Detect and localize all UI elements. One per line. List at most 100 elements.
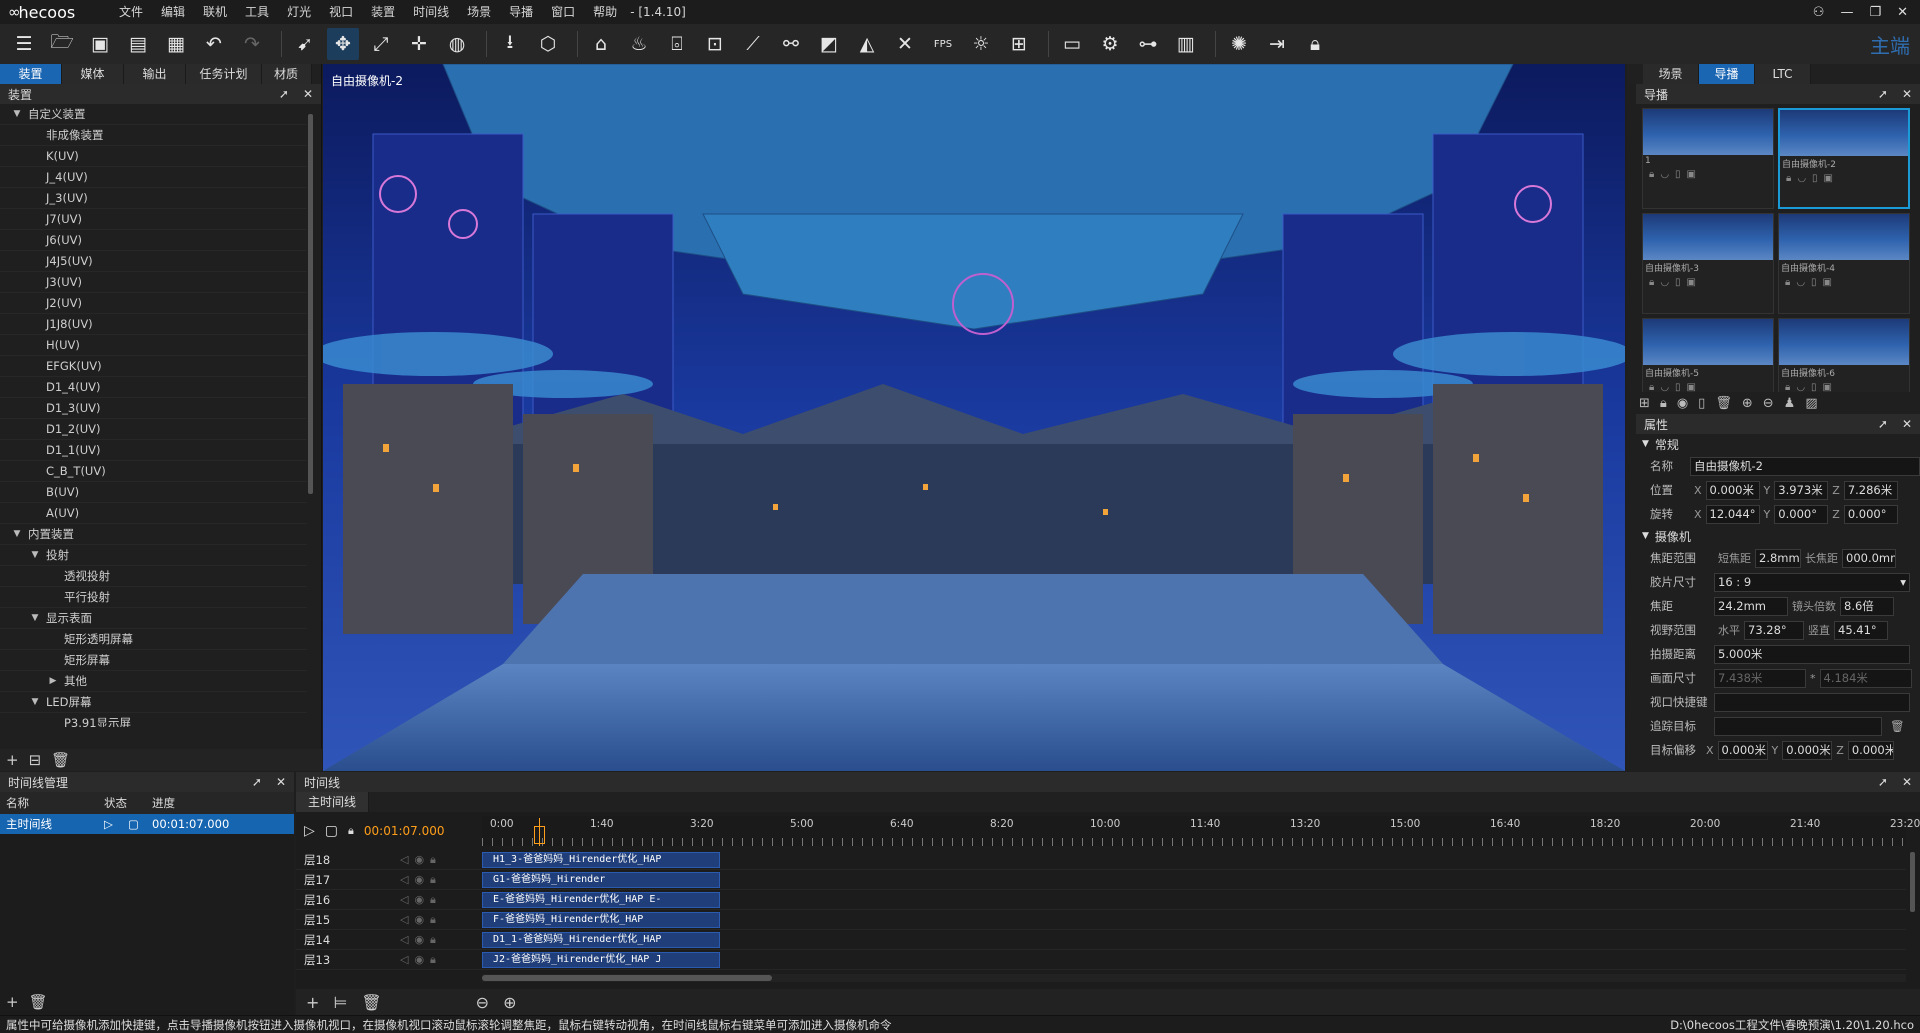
tree-item[interactable]: J3(UV) (0, 272, 307, 293)
tab-main-timeline[interactable]: 主时间线 (296, 792, 370, 812)
tree-item[interactable]: P3.91显示屏 (0, 713, 307, 727)
tree-item[interactable]: J6(UV) (0, 230, 307, 251)
close-icon[interactable]: ✕ (303, 87, 313, 101)
user-icon[interactable]: ⚇ (1813, 5, 1825, 20)
tab-task-plan[interactable]: 任务计划 (186, 64, 262, 84)
menu-scene[interactable]: 场景 (458, 0, 500, 24)
layer-icon[interactable]: ◩ (813, 28, 845, 60)
zoom-in-icon[interactable]: ⊕ (503, 993, 516, 1012)
name-field[interactable]: 自由摄像机-2 (1690, 456, 1920, 476)
shortcut-field[interactable] (1714, 692, 1910, 712)
daylight-icon[interactable]: ☼ (965, 28, 997, 60)
expand-arrow-icon[interactable]: ▼ (10, 529, 24, 539)
close-icon[interactable]: ✕ (1902, 87, 1912, 101)
tree-item[interactable]: ▼ 自定义装置 (0, 104, 307, 125)
camera-thumb-2[interactable]: 自由摄像机-2 🔒︎◡▯▣ (1778, 108, 1910, 209)
tree-item[interactable]: D1_1(UV) (0, 440, 307, 461)
timeline-row[interactable]: 主时间线 ▷ ▢ 00:01:07.000 (0, 814, 294, 834)
open-folder-icon[interactable]: 🗁 (46, 28, 78, 60)
timeline-layer[interactable]: 层13 ◁◉🔒︎ J2-爸爸妈妈_Hirender优化_HAP J (296, 950, 1906, 970)
lock-icon[interactable]: 🔒︎ (1660, 396, 1667, 411)
stop-icon[interactable]: ▢ (325, 823, 338, 839)
group-camera[interactable]: ▼ 摄像机 (1636, 526, 1920, 546)
tree-item[interactable]: 矩形屏幕 (0, 650, 307, 671)
new-icon[interactable]: ☰ (8, 28, 40, 60)
eye-icon[interactable]: ◉ (1677, 396, 1688, 411)
menu-file[interactable]: 文件 (110, 0, 152, 24)
delete-layer-icon[interactable]: 🗑︎ (361, 993, 381, 1012)
scale-tool-icon[interactable]: ⤢ (365, 28, 397, 60)
add-icon[interactable]: + (6, 751, 19, 769)
minimize-button[interactable]: — (1840, 5, 1853, 20)
layer-controls-icon[interactable]: ◁◉🔒︎ (400, 953, 482, 967)
expand-arrow-icon[interactable]: ▼ (10, 109, 24, 119)
tab-scene[interactable]: 场景 (1643, 64, 1699, 84)
zoom-out-icon[interactable]: ⊖ (1763, 396, 1774, 411)
pos-x-field[interactable]: 0.000米 (1705, 480, 1760, 500)
ruler-icon[interactable]: ⟋ (737, 28, 769, 60)
layer-scrollbar[interactable] (1910, 852, 1915, 912)
offset-z-field[interactable]: 0.000米 (1847, 740, 1894, 760)
trash-icon[interactable]: 🗑︎ (1715, 396, 1732, 411)
layer-controls-icon[interactable]: ◁◉🔒︎ (400, 853, 482, 867)
tree-item[interactable]: D1_4(UV) (0, 377, 307, 398)
redo-icon[interactable]: ↷ (236, 28, 268, 60)
image-icon[interactable]: ▨ (1805, 396, 1817, 411)
tree-item[interactable]: 非成像装置 (0, 125, 307, 146)
close-window-button[interactable]: ✕ (1897, 5, 1908, 20)
tree-item[interactable]: C_B_T(UV) (0, 461, 307, 482)
menu-devices[interactable]: 装置 (362, 0, 404, 24)
timeline-layer[interactable]: 层18 ◁◉🔒︎ H1_3-爸爸妈妈_Hirender优化_HAP (296, 850, 1906, 870)
timeline-layer[interactable]: 层17 ◁◉🔒︎ G1-爸爸妈妈_Hirender (296, 870, 1906, 890)
tab-ltc[interactable]: LTC (1755, 64, 1811, 84)
tab-output[interactable]: 输出 (124, 64, 186, 84)
offset-x-field[interactable]: 0.000米 (1717, 740, 1768, 760)
layer-controls-icon[interactable]: ◁◉🔒︎ (400, 873, 482, 887)
timeline-layer[interactable]: 层16 ◁◉🔒︎ E-爸爸妈妈_Hirender优化_HAP E- (296, 890, 1906, 910)
tree-item[interactable]: 平行投射 (0, 587, 307, 608)
menu-online[interactable]: 联机 (194, 0, 236, 24)
fov-v-field[interactable]: 45.41° (1834, 620, 1888, 640)
camera-thumb-6[interactable]: 自由摄像机-6 🔒︎◡▯▣ (1778, 318, 1910, 392)
camera-icon[interactable]: ⌻ (661, 28, 693, 60)
align-icon[interactable]: ⊨ (333, 993, 347, 1012)
timeline-hscrollbar[interactable] (482, 975, 772, 981)
expand-arrow-icon[interactable]: ▼ (28, 697, 42, 707)
layer-controls-icon[interactable]: ◁◉🔒︎ (400, 893, 482, 907)
link-icon[interactable]: ⚯ (775, 28, 807, 60)
import-icon[interactable]: ⭳ (494, 28, 526, 60)
output-icon[interactable]: ▥ (1170, 28, 1202, 60)
light-icon[interactable]: ♨ (623, 28, 655, 60)
media-clip[interactable]: D1_1-爸爸妈妈_Hirender优化_HAP (482, 931, 720, 948)
tree-item[interactable]: J7(UV) (0, 209, 307, 230)
media-clip[interactable]: H1_3-爸爸妈妈_Hirender优化_HAP (482, 851, 720, 868)
close-icon[interactable]: ✕ (1902, 775, 1912, 789)
tree-item[interactable]: J_3(UV) (0, 188, 307, 209)
menu-viewport[interactable]: 视口 (320, 0, 362, 24)
globe-icon[interactable]: ◍ (441, 28, 473, 60)
tree-item[interactable]: J2(UV) (0, 293, 307, 314)
fov-h-field[interactable]: 73.28° (1744, 620, 1804, 640)
camera-thumb-4[interactable]: 自由摄像机-4 🔒︎◡▯▣ (1778, 213, 1910, 314)
lock-icon[interactable]: 🔒︎ (348, 824, 354, 838)
maximize-button[interactable]: ❐ (1869, 5, 1881, 20)
layer-controls-icon[interactable]: ◁◉🔒︎ (400, 913, 482, 927)
select-tool-icon[interactable]: ➹ (289, 28, 321, 60)
timeline-layer[interactable]: 层14 ◁◉🔒︎ D1_1-爸爸妈妈_Hirender优化_HAP (296, 930, 1906, 950)
undo-icon[interactable]: ↶ (198, 28, 230, 60)
tree-item[interactable]: 透视投射 (0, 566, 307, 587)
pos-z-field[interactable]: 7.286米 (1843, 480, 1898, 500)
long-focal-field[interactable]: 000.0mm (1842, 548, 1896, 568)
package-icon[interactable]: ▦ (160, 28, 192, 60)
timeline-layer[interactable]: 层15 ◁◉🔒︎ F-爸爸妈妈_Hirender优化_HAP (296, 910, 1906, 930)
menu-help[interactable]: 帮助 (584, 0, 626, 24)
delete-icon[interactable]: 🗑︎ (51, 751, 70, 769)
rot-x-field[interactable]: 12.044° (1705, 504, 1760, 524)
monitor-icon[interactable]: ▭ (1056, 28, 1088, 60)
group-general[interactable]: ▼ 常规 (1636, 434, 1920, 454)
projector-icon[interactable]: ⌂ (585, 28, 617, 60)
pivot-tool-icon[interactable]: ✛ (403, 28, 435, 60)
tree-item[interactable]: ▼ 显示表面 (0, 608, 307, 629)
distance-field[interactable]: 5.000米 (1714, 644, 1910, 664)
copy-icon[interactable]: ▯ (1698, 396, 1705, 411)
